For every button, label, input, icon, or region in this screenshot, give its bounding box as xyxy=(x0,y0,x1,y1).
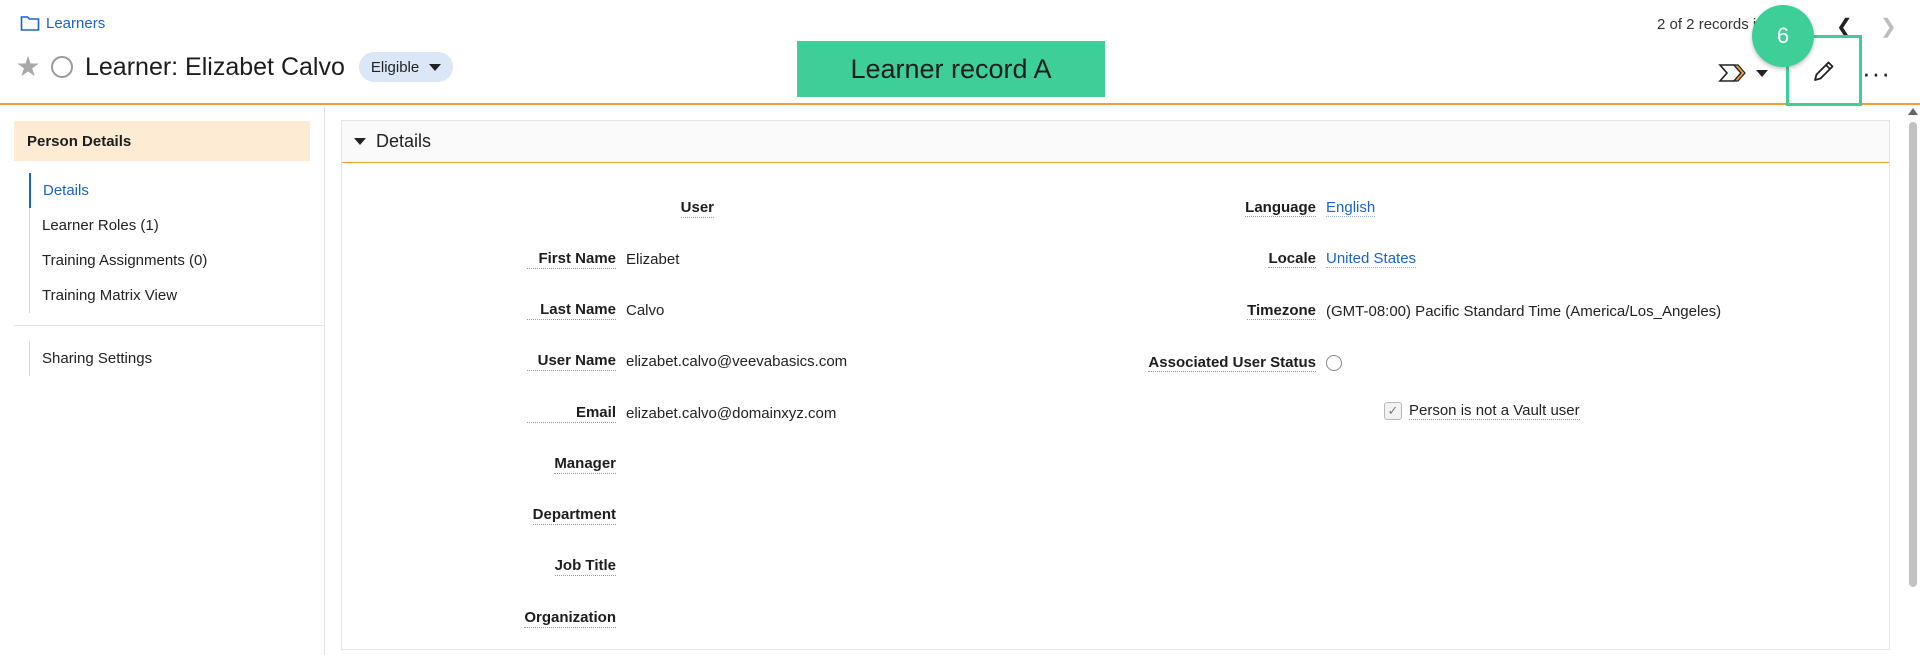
field-label: Timezone xyxy=(1247,302,1316,320)
collapse-triangle-icon[interactable] xyxy=(354,138,366,145)
field-label: Locale xyxy=(1268,250,1316,268)
field-value: Calvo xyxy=(626,302,665,319)
field-label: Manager xyxy=(554,455,616,474)
field-email: Email elizabet.calvo@domainxyz.com xyxy=(527,404,977,423)
field-label-wrap: Timezone xyxy=(1142,302,1316,320)
lifecycle-icon xyxy=(1718,64,1746,82)
field-language: Language English xyxy=(1142,199,1376,217)
title-row: ★ Learner: Elizabet Calvo Eligible xyxy=(14,52,454,82)
sidebar-nav: Details Learner Roles (1) Training Assig… xyxy=(29,173,207,313)
chevron-right-icon[interactable]: ❯ xyxy=(1880,14,1897,39)
field-value: elizabet.calvo@veevabasics.com xyxy=(626,353,848,370)
field-label: Language xyxy=(1245,199,1316,217)
field-locale: Locale United States xyxy=(1142,250,1417,268)
field-label: Email xyxy=(527,404,616,423)
page-title: Learner: Elizabet Calvo xyxy=(85,52,345,81)
field-label: User xyxy=(680,199,714,218)
field-label: Department xyxy=(532,506,616,525)
field-last-name: Last Name Calvo xyxy=(527,301,927,320)
field-label: Associated User Status xyxy=(1148,354,1316,372)
sidebar-divider xyxy=(14,325,325,326)
field-user-name: User Name elizabet.calvo@veevabasics.com xyxy=(527,352,977,371)
field-associated-user-status: Associated User Status xyxy=(1142,354,1342,372)
chevron-down-icon xyxy=(1756,69,1768,77)
details-section-header[interactable]: Details xyxy=(342,121,1889,163)
step-number-badge: 6 xyxy=(1752,5,1814,67)
field-label-wrap: Locale xyxy=(1142,250,1316,268)
breadcrumb[interactable]: Learners xyxy=(20,14,105,32)
language-link[interactable]: English xyxy=(1326,199,1376,217)
radio-circle-icon[interactable] xyxy=(51,56,73,78)
checkbox[interactable]: ✓ xyxy=(1384,402,1402,420)
field-timezone: Timezone (GMT-08:00) Pacific Standard Ti… xyxy=(1142,302,1721,320)
field-label: Job Title xyxy=(554,557,616,576)
field-label: Organization xyxy=(524,609,616,628)
sidebar-item-learner-roles[interactable]: Learner Roles (1) xyxy=(30,208,207,243)
pencil-icon xyxy=(1814,61,1834,81)
status-label: Eligible xyxy=(370,58,420,76)
annotation-banner: Learner record A xyxy=(797,41,1105,97)
field-organization: Organization xyxy=(442,609,616,628)
chevron-down-icon xyxy=(429,63,442,71)
details-panel: Details User First Name Elizabet Last Na… xyxy=(341,120,1890,650)
sidebar: Person Details Details Learner Roles (1)… xyxy=(0,107,325,655)
field-label-wrap: Associated User Status xyxy=(1142,354,1316,372)
field-label-wrap: Language xyxy=(1142,199,1316,217)
field-value: elizabet.calvo@domainxyz.com xyxy=(626,405,837,422)
sidebar-item-details[interactable]: Details xyxy=(29,173,207,208)
section-title: Details xyxy=(376,131,432,151)
field-first-name: First Name Elizabet xyxy=(527,250,927,269)
workflow-actions-button[interactable] xyxy=(1718,62,1768,84)
radio-wrap xyxy=(1326,355,1342,371)
field-user: User xyxy=(680,199,714,218)
field-manager: Manager xyxy=(442,455,616,474)
field-value: (GMT-08:00) Pacific Standard Time (Ameri… xyxy=(1326,302,1722,320)
field-label: First Name xyxy=(527,250,616,269)
field-label: User Name xyxy=(527,352,616,371)
field-not-vault-user: ✓ Person is not a Vault user xyxy=(1384,402,1580,420)
status-badge[interactable]: Eligible xyxy=(358,52,454,82)
field-job-title: Job Title xyxy=(442,557,616,576)
field-department: Department xyxy=(442,506,616,525)
sidebar-item-training-assignments[interactable]: Training Assignments (0) xyxy=(30,243,207,278)
record-header: Learners ★ Learner: Elizabet Calvo Eligi… xyxy=(0,0,1920,106)
sidebar-section-person-details[interactable]: Person Details xyxy=(14,121,310,161)
breadcrumb-link-learners[interactable]: Learners xyxy=(46,15,105,32)
sidebar-nav-secondary: Sharing Settings xyxy=(29,341,152,376)
checkbox-label: Person is not a Vault user xyxy=(1409,402,1580,420)
sidebar-item-sharing-settings[interactable]: Sharing Settings xyxy=(30,341,152,376)
more-icon[interactable]: ··· xyxy=(1862,58,1891,89)
locale-link[interactable]: United States xyxy=(1326,250,1417,268)
radio-circle-icon[interactable] xyxy=(1326,355,1342,371)
field-label: Last Name xyxy=(527,301,616,320)
checkmark-icon: ✓ xyxy=(1387,403,1399,418)
scroll-up-arrow-icon[interactable] xyxy=(1908,108,1918,115)
field-value: Elizabet xyxy=(626,251,680,268)
star-icon[interactable]: ★ xyxy=(14,53,42,81)
folder-icon xyxy=(20,16,40,31)
scrollbar-thumb[interactable] xyxy=(1909,122,1917,587)
sidebar-item-training-matrix-view[interactable]: Training Matrix View xyxy=(30,278,207,313)
